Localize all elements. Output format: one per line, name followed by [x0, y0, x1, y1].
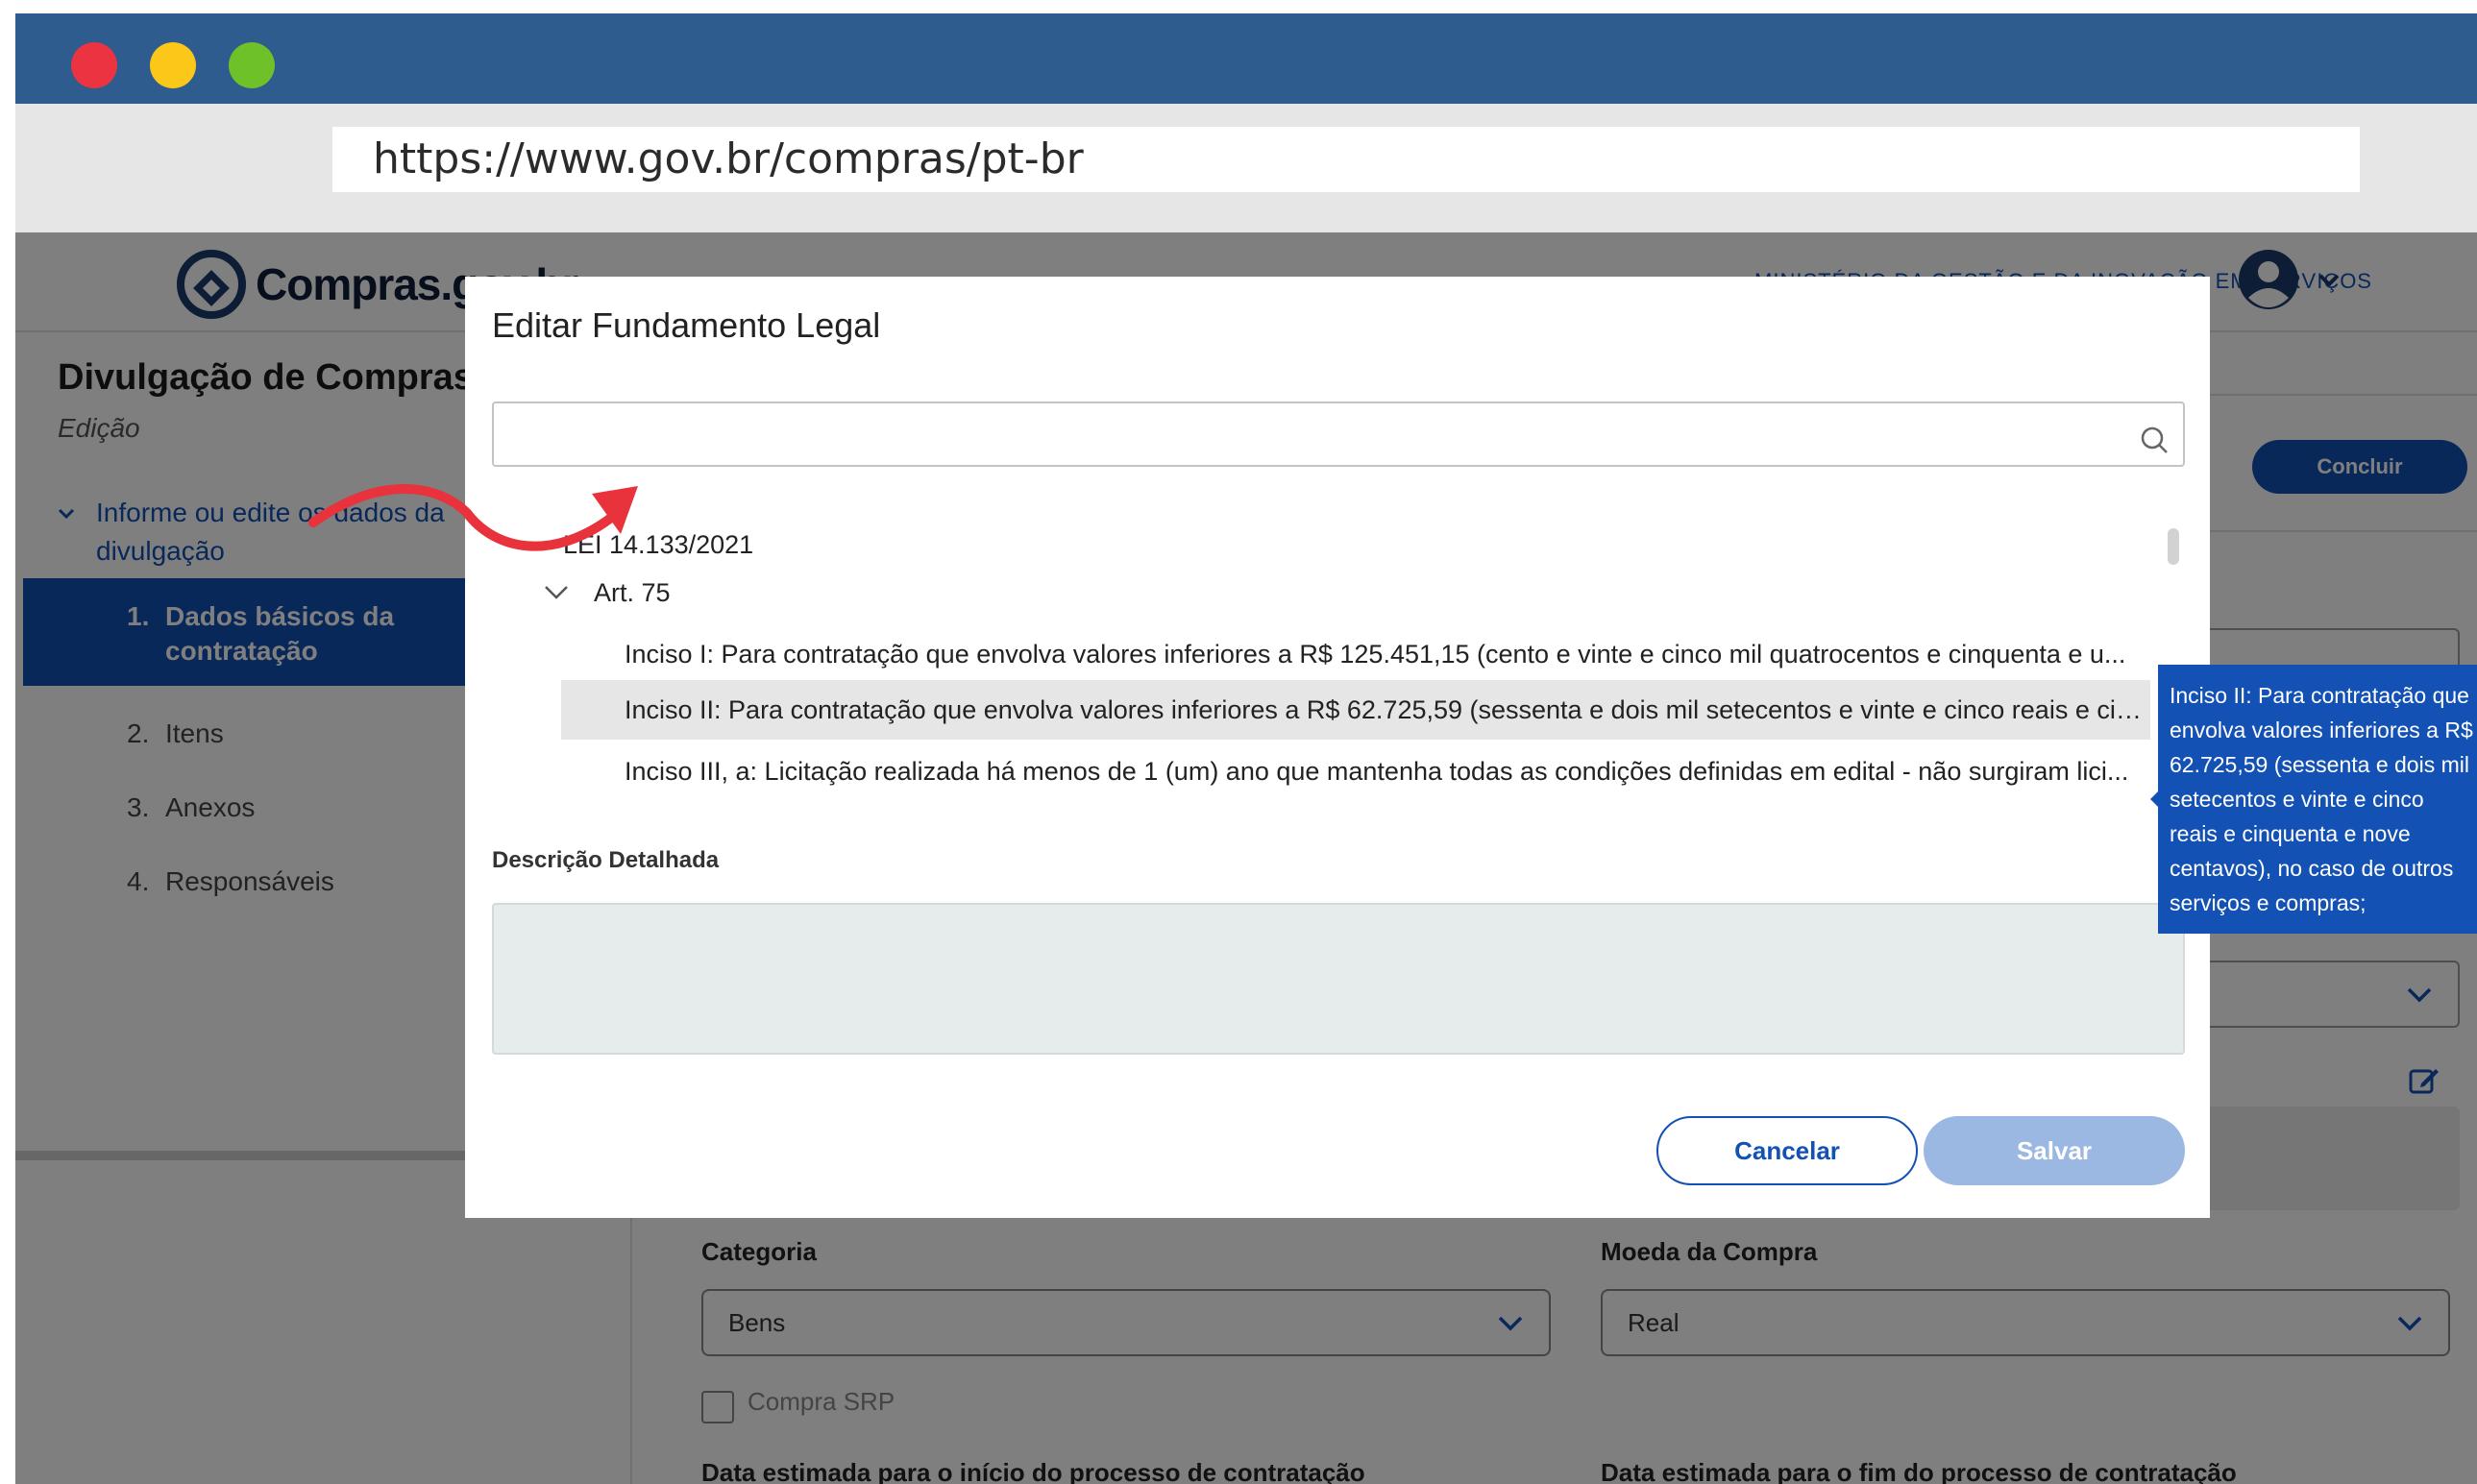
maximize-window-button[interactable] — [229, 42, 275, 88]
search-icon[interactable] — [2139, 425, 2170, 455]
editar-fundamento-modal: Editar Fundamento Legal LEI 14.133/2021 … — [465, 277, 2210, 1218]
cancel-button[interactable]: Cancelar — [1656, 1116, 1918, 1185]
tree-scrollbar[interactable] — [2168, 528, 2179, 565]
address-bar[interactable]: https://www.gov.br/compras/pt-br — [332, 127, 2360, 192]
save-button[interactable]: Salvar — [1924, 1116, 2185, 1185]
app-page: Compras.gov.br MINISTÉRIO DA GESTÃO E DA… — [15, 232, 2477, 1484]
inciso-tooltip: Inciso II: Para contratação que envolva … — [2158, 665, 2477, 934]
descricao-label: Descrição Detalhada — [492, 847, 720, 873]
url-text: https://www.gov.br/compras/pt-br — [373, 134, 1084, 183]
descricao-textarea[interactable] — [492, 903, 2185, 1055]
address-bar-area: https://www.gov.br/compras/pt-br — [15, 104, 2477, 232]
tree-item-inciso-i[interactable]: Inciso I: Para contratação que envolva v… — [625, 640, 2143, 669]
tree-item-inciso-iii-a[interactable]: Inciso III, a: Licitação realizada há me… — [625, 757, 2143, 787]
annotation-arrow-icon — [308, 484, 638, 551]
modal-title: Editar Fundamento Legal — [492, 305, 881, 345]
window-titlebar — [15, 13, 2477, 104]
search-input[interactable] — [492, 401, 2185, 467]
browser-window: https://www.gov.br/compras/pt-br Compras… — [15, 13, 2477, 1484]
close-window-button[interactable] — [71, 42, 117, 88]
tree-item-inciso-ii[interactable]: Inciso II: Para contratação que envolva … — [625, 695, 2143, 725]
minimize-window-button[interactable] — [150, 42, 196, 88]
